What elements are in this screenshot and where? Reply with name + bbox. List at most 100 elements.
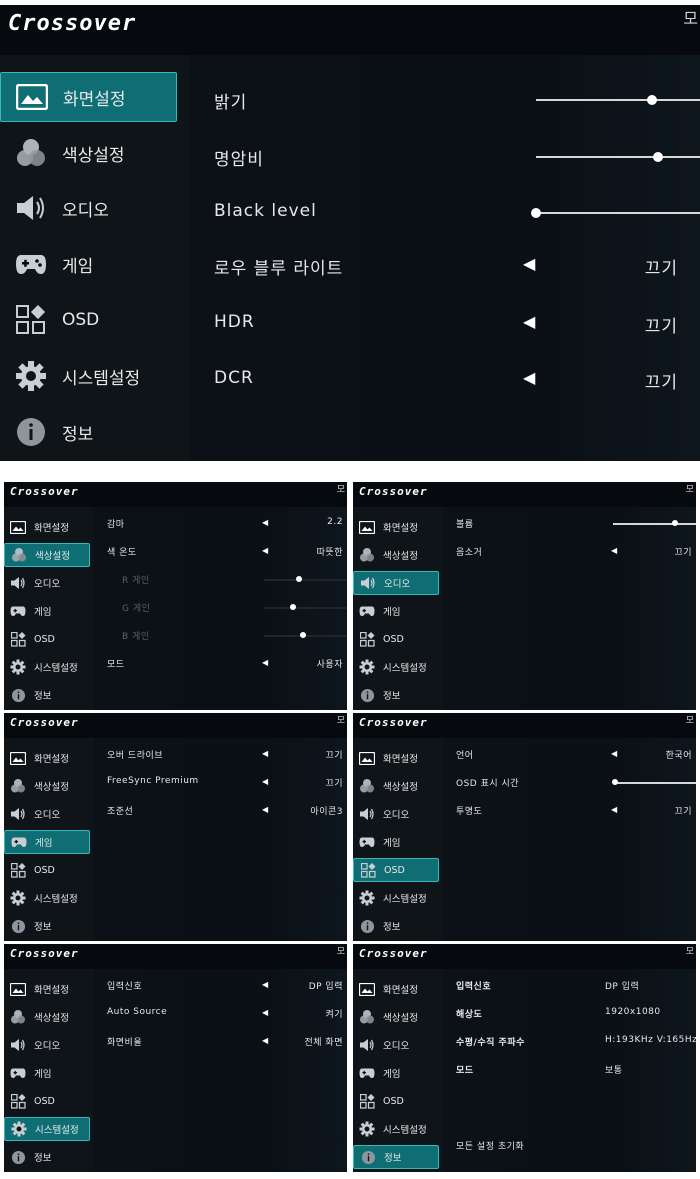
setting-row[interactable]: Black level (190, 201, 700, 223)
sidebar-item-color[interactable]: 색상설정 (0, 128, 177, 178)
setting-slider-track[interactable] (613, 782, 696, 784)
left-arrow-icon[interactable]: ◀ (262, 658, 269, 667)
left-arrow-icon[interactable]: ◀ (262, 1036, 269, 1045)
setting-row[interactable]: 언어 ◀ 한국어 (443, 748, 696, 762)
sidebar-item-system[interactable]: 시스템설정 (353, 655, 439, 679)
setting-row[interactable]: 조준선 ◀ 아이콘3 (94, 804, 347, 818)
setting-slider-track[interactable] (536, 156, 700, 158)
setting-row[interactable]: 로우 블루 라이트 ◀ 끄기 (190, 254, 700, 279)
setting-row[interactable]: FreeSync Premium ◀ 끄기 (94, 776, 347, 790)
sidebar-item-info[interactable]: 정보 (353, 1145, 439, 1169)
setting-row[interactable]: 오버 드라이브 ◀ 끄기 (94, 748, 347, 762)
setting-row[interactable]: 모드 ◀ 사용자 (94, 657, 347, 671)
setting-row[interactable]: 볼륨 (443, 517, 696, 531)
sidebar-item-screen[interactable]: 화면설정 (4, 746, 90, 770)
sidebar-item-system[interactable]: 시스템설정 (4, 1117, 90, 1141)
setting-slider-knob[interactable] (653, 152, 663, 162)
sidebar-item-osd[interactable]: OSD (4, 627, 90, 651)
setting-row[interactable]: 입력신호 ◀ DP 입력 (94, 979, 347, 993)
sidebar-item-osd[interactable]: OSD (4, 1089, 90, 1113)
setting-row[interactable]: HDR ◀ 끄기 (190, 312, 700, 337)
setting-slider-knob[interactable] (300, 632, 306, 638)
setting-row[interactable]: R 게인 (94, 573, 347, 587)
setting-row[interactable]: 화면비율 ◀ 전체 화면 (94, 1035, 347, 1049)
sidebar-item-color[interactable]: 색상설정 (353, 1005, 439, 1029)
sidebar-item-game[interactable]: 게임 (4, 1061, 90, 1085)
setting-row[interactable]: DCR ◀ 끄기 (190, 368, 700, 393)
setting-slider-track[interactable] (536, 99, 700, 101)
sidebar-item-info[interactable]: 정보 (4, 1145, 90, 1169)
setting-row[interactable]: 명암비 (190, 145, 700, 170)
left-arrow-icon[interactable]: ◀ (262, 518, 269, 527)
setting-row[interactable]: G 게인 (94, 601, 347, 615)
sidebar-item-screen[interactable]: 화면설정 (353, 515, 439, 539)
left-arrow-icon[interactable]: ◀ (523, 254, 536, 273)
left-arrow-icon[interactable]: ◀ (611, 749, 618, 758)
left-arrow-icon[interactable]: ◀ (262, 546, 269, 555)
sidebar-item-osd[interactable]: OSD (4, 858, 90, 882)
setting-row[interactable]: 음소거 ◀ 끄기 (443, 545, 696, 559)
left-arrow-icon[interactable]: ◀ (262, 749, 269, 758)
setting-slider-track[interactable] (536, 212, 700, 214)
sidebar-item-screen[interactable]: 화면설정 (0, 72, 177, 122)
sidebar-item-audio[interactable]: 오디오 (4, 571, 90, 595)
setting-slider-knob[interactable] (531, 208, 541, 218)
sidebar-item-system[interactable]: 시스템설정 (0, 351, 177, 401)
sidebar-item-screen[interactable]: 화면설정 (353, 746, 439, 770)
left-arrow-icon[interactable]: ◀ (611, 546, 618, 555)
setting-row[interactable]: 감마 ◀ 2.2 (94, 517, 347, 531)
sidebar-item-audio[interactable]: 오디오 (353, 571, 439, 595)
sidebar-item-osd[interactable]: OSD (353, 858, 439, 882)
sidebar-item-color[interactable]: 색상설정 (4, 543, 90, 567)
left-arrow-icon[interactable]: ◀ (262, 980, 269, 989)
sidebar-item-game[interactable]: 게임 (0, 239, 177, 289)
sidebar-item-osd[interactable]: OSD (0, 295, 177, 345)
setting-row[interactable]: 색 온도 ◀ 따뜻한 (94, 545, 347, 559)
setting-slider-knob[interactable] (290, 604, 296, 610)
left-arrow-icon[interactable]: ◀ (262, 805, 269, 814)
sidebar-item-audio[interactable]: 오디오 (353, 1033, 439, 1057)
sidebar-item-color[interactable]: 색상설정 (4, 1005, 90, 1029)
sidebar-item-color[interactable]: 색상설정 (353, 543, 439, 567)
setting-row[interactable]: B 게인 (94, 629, 347, 643)
sidebar-item-game[interactable]: 게임 (353, 1061, 439, 1085)
sidebar-item-osd[interactable]: OSD (353, 1089, 439, 1113)
sidebar-item-game[interactable]: 게임 (353, 599, 439, 623)
setting-row[interactable]: Auto Source ◀ 켜기 (94, 1007, 347, 1021)
sidebar-item-info[interactable]: 정보 (4, 683, 90, 707)
sidebar-item-system[interactable]: 시스템설정 (353, 1117, 439, 1141)
sidebar-item-osd[interactable]: OSD (353, 627, 439, 651)
sidebar-item-color[interactable]: 색상설정 (4, 774, 90, 798)
setting-row[interactable]: 밝기 (190, 88, 700, 113)
setting-slider-track[interactable] (264, 607, 347, 609)
sidebar-item-screen[interactable]: 화면설정 (4, 977, 90, 1001)
sidebar-item-game[interactable]: 게임 (353, 830, 439, 854)
sidebar-item-audio[interactable]: 오디오 (0, 183, 177, 233)
reset-all-button[interactable]: 모든 설정 초기화 (456, 1139, 524, 1152)
left-arrow-icon[interactable]: ◀ (262, 1008, 269, 1017)
left-arrow-icon[interactable]: ◀ (262, 777, 269, 786)
left-arrow-icon[interactable]: ◀ (523, 368, 536, 387)
setting-row[interactable]: OSD 표시 시간 (443, 776, 696, 790)
setting-slider-knob[interactable] (647, 95, 657, 105)
sidebar-item-info[interactable]: 정보 (0, 407, 177, 457)
sidebar-item-screen[interactable]: 화면설정 (353, 977, 439, 1001)
sidebar-item-audio[interactable]: 오디오 (4, 802, 90, 826)
sidebar-item-system[interactable]: 시스템설정 (353, 886, 439, 910)
setting-slider-track[interactable] (613, 523, 696, 525)
sidebar-item-system[interactable]: 시스템설정 (4, 655, 90, 679)
sidebar-item-game[interactable]: 게임 (4, 599, 90, 623)
sidebar-item-info[interactable]: 정보 (353, 683, 439, 707)
sidebar-item-color[interactable]: 색상설정 (353, 774, 439, 798)
setting-slider-knob[interactable] (296, 576, 302, 582)
sidebar-item-system[interactable]: 시스템설정 (4, 886, 90, 910)
sidebar-item-info[interactable]: 정보 (4, 914, 90, 938)
sidebar-item-info[interactable]: 정보 (353, 914, 439, 938)
setting-row[interactable]: 투명도 ◀ 끄기 (443, 804, 696, 818)
setting-slider-track[interactable] (264, 579, 347, 581)
sidebar-item-screen[interactable]: 화면설정 (4, 515, 90, 539)
left-arrow-icon[interactable]: ◀ (523, 312, 536, 331)
setting-slider-knob[interactable] (672, 520, 678, 526)
sidebar-item-audio[interactable]: 오디오 (353, 802, 439, 826)
left-arrow-icon[interactable]: ◀ (611, 805, 618, 814)
